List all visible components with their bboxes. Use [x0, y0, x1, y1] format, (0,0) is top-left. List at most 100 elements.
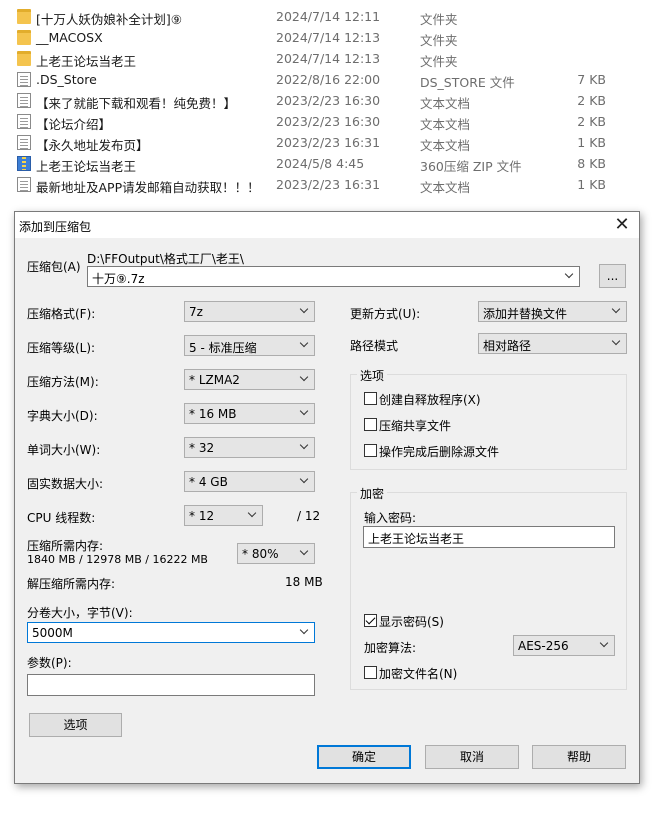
browse-button[interactable]: ... — [599, 264, 626, 288]
update-select[interactable]: 添加并替换文件 — [478, 301, 627, 322]
chevron-down-icon — [248, 511, 257, 520]
file-row[interactable]: 【论坛介绍】 2023/2/23 16:30 文本文档 2 KB — [0, 111, 662, 132]
doc-icon — [17, 177, 31, 192]
file-date: 2023/2/23 16:31 — [276, 135, 381, 150]
mem-compress-detail: 1840 MB / 12978 MB / 16222 MB — [27, 553, 208, 566]
file-date: 2024/7/14 12:13 — [276, 51, 381, 66]
update-value: 添加并替换文件 — [483, 307, 568, 321]
file-type: 文本文档 — [420, 180, 471, 195]
file-date: 2023/2/23 16:30 — [276, 114, 381, 129]
method-select[interactable]: * LZMA2 — [184, 369, 315, 390]
dict-select[interactable]: * 16 MB — [184, 403, 315, 424]
chevron-down-icon — [300, 375, 309, 384]
file-date: 2024/5/8 4:45 — [276, 156, 365, 171]
solid-value: * 4 GB — [189, 475, 228, 489]
sfx-label: 创建自释放程序(X) — [379, 393, 481, 407]
cancel-button[interactable]: 取消 — [425, 745, 519, 769]
file-list: [十万人妖伪娘补全计划]⑨ 2024/7/14 12:11 文件夹 __MACOSX 2… — [0, 6, 662, 195]
delete-after-label: 操作完成后删除源文件 — [379, 445, 500, 459]
chevron-down-icon — [565, 272, 574, 281]
threads-label: CPU 线程数: — [27, 511, 96, 525]
encrypt-names-label: 加密文件名(N) — [379, 667, 458, 681]
chevron-down-icon — [600, 641, 609, 650]
file-row[interactable]: 上老王论坛当老王 2024/5/8 4:45 360压缩 ZIP 文件 8 KB — [0, 153, 662, 174]
add-to-archive-dialog: 添加到压缩包 ✕ 压缩包(A) D:\FFOutput\格式工厂\老王\ 十万⑨… — [14, 211, 640, 784]
doc-icon — [17, 114, 31, 129]
password-label: 输入密码: — [364, 511, 417, 525]
file-date: 2023/2/23 16:30 — [276, 93, 381, 108]
encrypt-names-checkbox[interactable] — [364, 666, 377, 679]
file-row[interactable]: 【永久地址发布页】 2023/2/23 16:31 文本文档 1 KB — [0, 132, 662, 153]
dialog-titlebar: 添加到压缩包 ✕ — [15, 212, 639, 238]
encryption-method-label: 加密算法: — [364, 641, 417, 655]
file-name: .DS_Store — [36, 72, 97, 87]
mem-compress-value: * 80% — [242, 547, 279, 561]
file-row[interactable]: [十万人妖伪娘补全计划]⑨ 2024/7/14 12:11 文件夹 — [0, 6, 662, 27]
file-name: [十万人妖伪娘补全计划]⑨ — [36, 12, 182, 27]
sfx-checkbox[interactable] — [364, 392, 377, 405]
file-row[interactable]: 最新地址及APP请发邮箱自动获取！！！ 2023/2/23 16:31 文本文档 1 … — [0, 174, 662, 195]
file-type: 文本文档 — [420, 96, 471, 111]
delete-after-checkbox[interactable] — [364, 444, 377, 457]
file-size: 2 KB — [577, 93, 606, 108]
show-password-checkbox[interactable] — [364, 614, 377, 627]
shared-checkbox[interactable] — [364, 418, 377, 431]
format-select[interactable]: 7z — [184, 301, 315, 322]
file-row[interactable]: .DS_Store 2022/8/16 22:00 DS_STORE 文件 7 KB — [0, 69, 662, 90]
options-button[interactable]: 选项 — [29, 713, 122, 737]
mem-decompress-label: 解压缩所需内存: — [27, 577, 116, 591]
level-value: 5 - 标准压缩 — [189, 341, 257, 355]
path-mode-select[interactable]: 相对路径 — [478, 333, 627, 354]
folder-icon — [17, 51, 31, 66]
file-size: 1 KB — [577, 177, 606, 192]
archive-name-value: 十万⑨.7z — [92, 272, 145, 286]
method-label: 压缩方法(M): — [27, 375, 99, 389]
level-select[interactable]: 5 - 标准压缩 — [184, 335, 315, 356]
show-password-label: 显示密码(S) — [379, 615, 444, 629]
threads-select[interactable]: * 12 — [184, 505, 263, 526]
volume-value: 5000M — [32, 626, 73, 640]
dialog-title: 添加到压缩包 — [19, 220, 92, 234]
ok-button[interactable]: 确定 — [317, 745, 411, 769]
word-label: 单词大小(W): — [27, 443, 101, 457]
file-row[interactable]: __MACOSX 2024/7/14 12:13 文件夹 — [0, 27, 662, 48]
params-input[interactable] — [27, 674, 315, 696]
path-mode-label: 路径模式 — [350, 339, 399, 353]
file-row[interactable]: 【来了就能下载和观看！纯免费！】 2023/2/23 16:30 文本文档 2 KB — [0, 90, 662, 111]
file-row[interactable]: 上老王论坛当老王 2024/7/14 12:13 文件夹 — [0, 48, 662, 69]
file-type: DS_STORE 文件 — [420, 75, 515, 90]
help-button[interactable]: 帮助 — [532, 745, 626, 769]
chevron-down-icon — [300, 307, 309, 316]
solid-select[interactable]: * 4 GB — [184, 471, 315, 492]
path-mode-value: 相对路径 — [483, 339, 532, 353]
doc-icon — [17, 135, 31, 150]
volume-label: 分卷大小，字节(V): — [27, 606, 133, 620]
password-input[interactable]: 上老王论坛当老王 — [363, 526, 615, 548]
close-icon[interactable]: ✕ — [605, 212, 639, 238]
archive-name-combo[interactable]: 十万⑨.7z — [87, 266, 580, 287]
mem-compress-select[interactable]: * 80% — [237, 543, 315, 564]
encryption-group-title: 加密 — [357, 485, 388, 502]
encryption-method-select[interactable]: AES-256 — [513, 635, 615, 656]
encryption-method-value: AES-256 — [518, 639, 569, 653]
file-date: 2024/7/14 12:11 — [276, 9, 381, 24]
file-type: 文件夹 — [420, 33, 458, 48]
volume-combo[interactable]: 5000M — [27, 622, 315, 643]
chevron-down-icon — [300, 628, 309, 637]
file-type: 文件夹 — [420, 54, 458, 69]
file-type: 文本文档 — [420, 138, 471, 153]
file-name: 【来了就能下载和观看！纯免费！】 — [36, 96, 237, 111]
file-date: 2023/2/23 16:31 — [276, 177, 381, 192]
file-type: 文件夹 — [420, 12, 458, 27]
file-name: 上老王论坛当老王 — [36, 159, 137, 174]
chevron-down-icon — [300, 409, 309, 418]
archive-path: D:\FFOutput\格式工厂\老王\ — [87, 252, 244, 266]
shared-label: 压缩共享文件 — [379, 419, 452, 433]
dict-value: * 16 MB — [189, 407, 237, 421]
method-value: * LZMA2 — [189, 373, 240, 387]
word-select[interactable]: * 32 — [184, 437, 315, 458]
threads-value: * 12 — [189, 509, 215, 523]
folder-icon — [17, 30, 31, 45]
chevron-down-icon — [300, 477, 309, 486]
mem-decompress-value: 18 MB — [285, 575, 323, 589]
